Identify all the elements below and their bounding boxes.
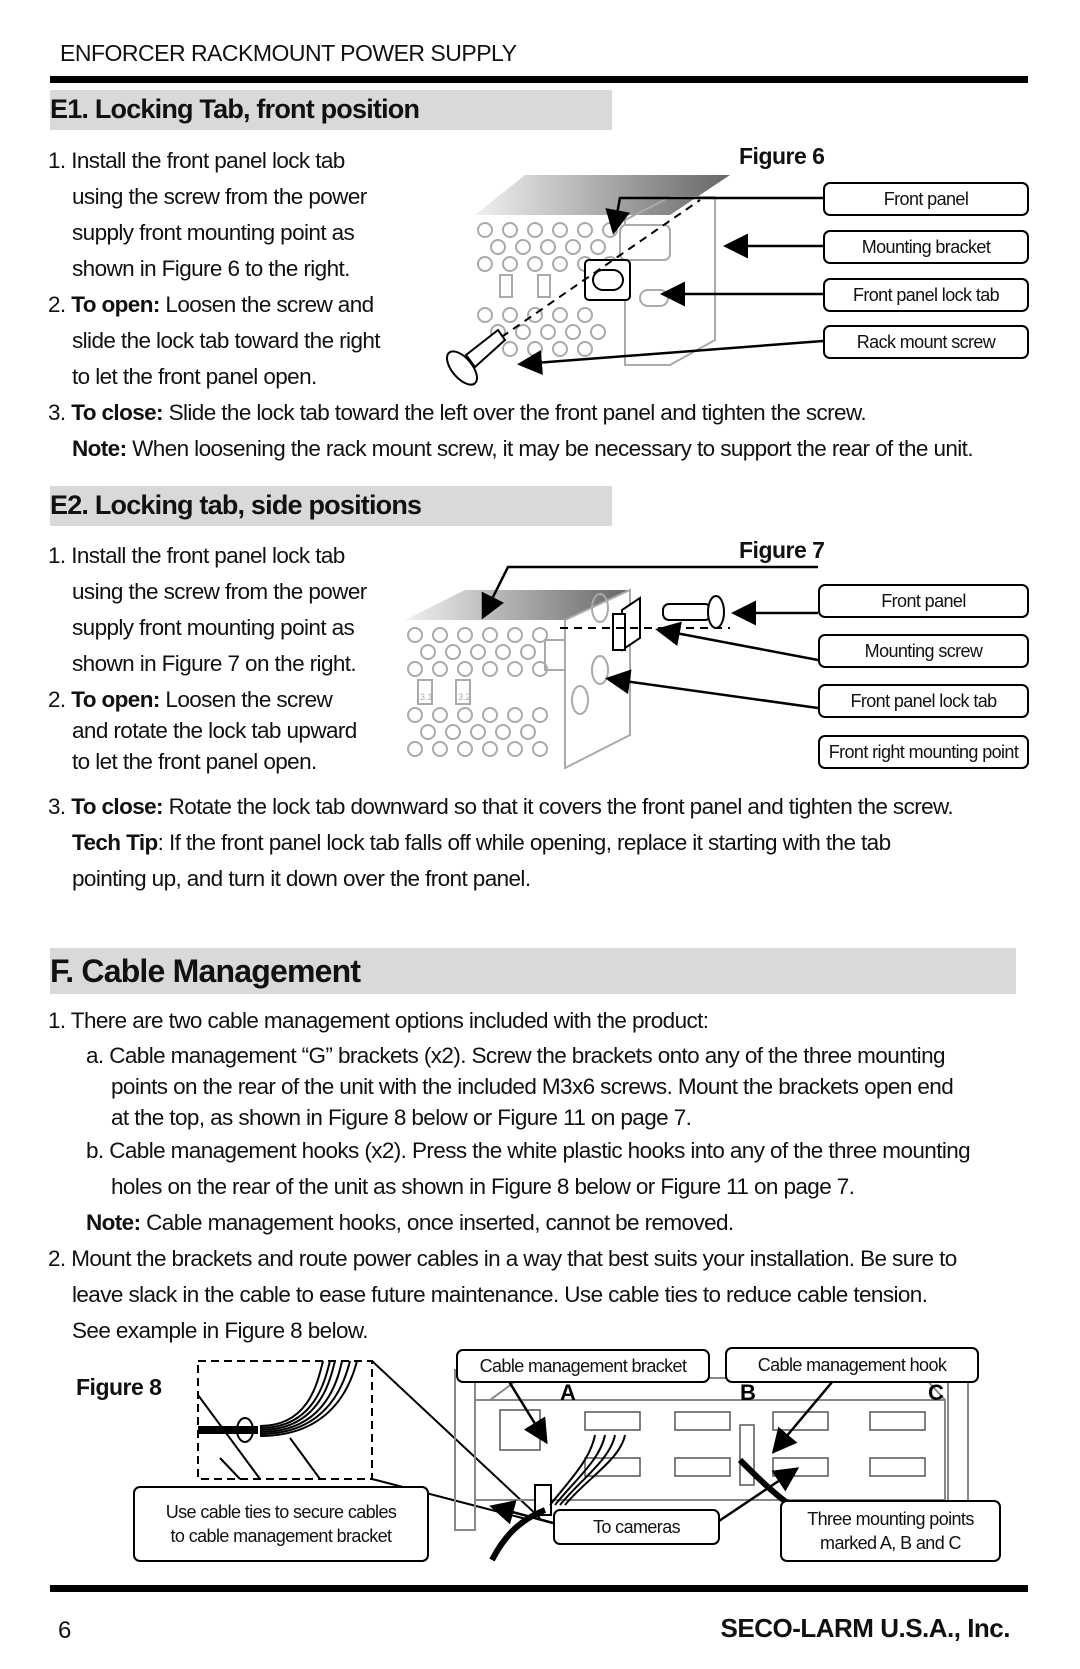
callout-to-cameras: To cameras (553, 1509, 720, 1545)
company-name: SECO-LARM U.S.A., Inc. (720, 1613, 1011, 1643)
figure-8-leaders (489, 1374, 839, 1525)
callout-cable-management-bracket: Cable management bracket (456, 1349, 710, 1383)
callout-use-cable-ties: Use cable ties to secure cables to cable… (133, 1486, 429, 1562)
page-number: 6 (58, 1617, 72, 1644)
callout-cable-management-hook: Cable management hook (725, 1347, 979, 1383)
callout-three-mounting-points: Three mounting points marked A, B and C (780, 1500, 1001, 1562)
footer-rule (50, 1585, 1028, 1592)
